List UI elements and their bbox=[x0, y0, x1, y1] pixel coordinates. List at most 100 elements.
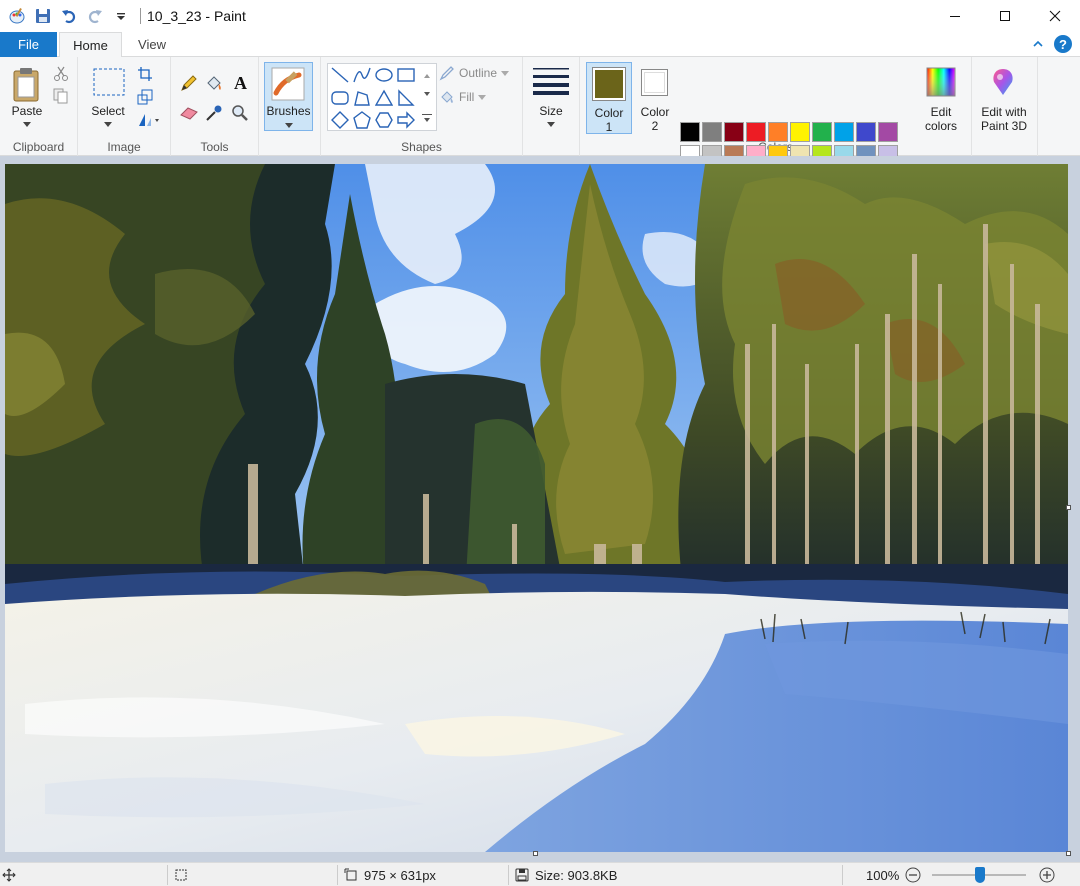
clipboard-group-label: Clipboard bbox=[12, 140, 65, 154]
color1-number: 1 bbox=[605, 120, 613, 134]
edit-with-paint3d-button[interactable]: Edit with Paint 3D bbox=[974, 62, 1034, 134]
crop-icon[interactable] bbox=[136, 65, 154, 83]
collapse-ribbon-icon[interactable] bbox=[1032, 38, 1044, 50]
hexagon-shape-icon[interactable] bbox=[375, 111, 393, 129]
pentagon-shape-icon[interactable] bbox=[353, 111, 371, 129]
eraser-icon[interactable] bbox=[179, 103, 199, 123]
oval-shape-icon[interactable] bbox=[375, 66, 393, 84]
paint3d-label-1: Edit with bbox=[981, 105, 1027, 119]
tools-group: A Tools bbox=[171, 57, 259, 156]
move-cursor-icon bbox=[2, 868, 16, 882]
quick-access-toolbar bbox=[0, 0, 145, 31]
redo-icon[interactable] bbox=[84, 5, 106, 27]
size-dropdown-icon[interactable] bbox=[544, 119, 558, 129]
palette-swatch[interactable] bbox=[790, 122, 810, 142]
polygon-shape-icon[interactable] bbox=[353, 89, 371, 107]
customize-quick-access-icon[interactable] bbox=[110, 5, 132, 27]
zoom-in-icon bbox=[1039, 867, 1055, 883]
palette-swatch[interactable] bbox=[746, 122, 766, 142]
size-label[interactable]: Size bbox=[527, 104, 575, 118]
minimize-icon[interactable] bbox=[930, 0, 980, 31]
title-separator bbox=[140, 7, 141, 24]
size-group: Size bbox=[523, 57, 580, 156]
resize-icon[interactable] bbox=[136, 88, 154, 106]
color2-button[interactable]: Color 2 bbox=[634, 62, 676, 134]
paste-label[interactable]: Paste bbox=[4, 104, 50, 118]
edit-colors-label-1: Edit bbox=[930, 105, 952, 119]
zoom-in-button[interactable] bbox=[1039, 863, 1055, 886]
palette-swatch[interactable] bbox=[724, 122, 744, 142]
shapes-scrollbar[interactable] bbox=[419, 64, 435, 130]
help-icon[interactable]: ? bbox=[1054, 35, 1072, 53]
select-icon[interactable] bbox=[92, 67, 126, 97]
tab-home[interactable]: Home bbox=[59, 32, 122, 58]
right-triangle-shape-icon[interactable] bbox=[397, 89, 415, 107]
select-label[interactable]: Select bbox=[84, 104, 132, 118]
edit-colors-label-2: colors bbox=[924, 119, 957, 133]
paste-icon[interactable] bbox=[10, 65, 44, 105]
outline-button[interactable]: Outline bbox=[439, 65, 510, 81]
image-group-label: Image bbox=[107, 140, 141, 154]
save-icon[interactable] bbox=[32, 5, 54, 27]
zoom-out-button[interactable] bbox=[905, 863, 921, 886]
color2-number: 2 bbox=[651, 119, 659, 133]
color1-swatch bbox=[595, 70, 623, 98]
cursor-position bbox=[2, 863, 16, 886]
canvas-resize-handle-right[interactable] bbox=[1066, 505, 1071, 510]
edit-colors-button[interactable]: Edit colors bbox=[918, 62, 964, 134]
paint-app-icon[interactable] bbox=[6, 5, 28, 27]
diamond-shape-icon[interactable] bbox=[331, 111, 349, 129]
arrow-shape-icon[interactable] bbox=[397, 111, 415, 129]
canvas-resize-handle-bottom[interactable] bbox=[533, 851, 538, 856]
color1-button[interactable]: Color 1 bbox=[586, 62, 632, 134]
pencil-icon[interactable] bbox=[179, 73, 199, 93]
color1-preview bbox=[592, 67, 626, 101]
zoom-slider-thumb[interactable] bbox=[975, 867, 985, 883]
line-shape-icon[interactable] bbox=[331, 66, 349, 84]
file-size: Size: 903.8KB bbox=[515, 863, 617, 886]
fill-dropdown-icon bbox=[478, 94, 487, 100]
paste-dropdown-icon[interactable] bbox=[20, 119, 34, 129]
clipboard-group: Paste Clipboard bbox=[0, 57, 78, 156]
palette-swatch[interactable] bbox=[680, 122, 700, 142]
size-icon[interactable] bbox=[532, 66, 570, 96]
curve-shape-icon[interactable] bbox=[353, 66, 371, 84]
brushes-button[interactable]: Brushes bbox=[264, 62, 313, 131]
undo-icon[interactable] bbox=[58, 5, 80, 27]
canvas-resize-handle-corner[interactable] bbox=[1066, 851, 1071, 856]
color-picker-icon[interactable] bbox=[204, 103, 224, 123]
canvas-workspace bbox=[0, 156, 1080, 862]
tab-file[interactable]: File bbox=[0, 32, 57, 57]
select-dropdown-icon[interactable] bbox=[101, 119, 115, 129]
tools-group-label: Tools bbox=[200, 140, 229, 154]
title-bar: 10_3_23 - Paint bbox=[0, 0, 1080, 31]
selection-size bbox=[174, 863, 188, 886]
palette-swatch[interactable] bbox=[878, 122, 898, 142]
palette-swatch[interactable] bbox=[834, 122, 854, 142]
window-controls bbox=[930, 0, 1080, 31]
svg-text:A: A bbox=[234, 73, 247, 91]
drawing-canvas[interactable] bbox=[5, 164, 1068, 852]
palette-swatch[interactable] bbox=[702, 122, 722, 142]
outline-icon bbox=[439, 66, 454, 81]
text-tool-icon[interactable]: A bbox=[230, 71, 252, 93]
cut-icon[interactable] bbox=[52, 65, 70, 83]
copy-icon[interactable] bbox=[52, 87, 70, 105]
maximize-icon[interactable] bbox=[980, 0, 1030, 31]
image-dimensions-text: 975 × 631px bbox=[364, 867, 436, 883]
palette-swatch[interactable] bbox=[768, 122, 788, 142]
image-group: Select Image bbox=[78, 57, 171, 156]
close-icon[interactable] bbox=[1030, 0, 1080, 31]
rectangle-shape-icon[interactable] bbox=[397, 66, 415, 84]
fill-bucket-icon[interactable] bbox=[204, 73, 224, 93]
triangle-shape-icon[interactable] bbox=[375, 89, 393, 107]
rotate-icon[interactable] bbox=[136, 111, 162, 129]
palette-swatch[interactable] bbox=[856, 122, 876, 142]
palette-swatch[interactable] bbox=[812, 122, 832, 142]
tab-view[interactable]: View bbox=[122, 32, 182, 57]
status-separator bbox=[337, 865, 338, 885]
rounded-rectangle-shape-icon[interactable] bbox=[331, 89, 349, 107]
disk-icon bbox=[515, 868, 529, 882]
magnifier-icon[interactable] bbox=[230, 103, 250, 123]
fill-button[interactable]: Fill bbox=[439, 89, 487, 105]
